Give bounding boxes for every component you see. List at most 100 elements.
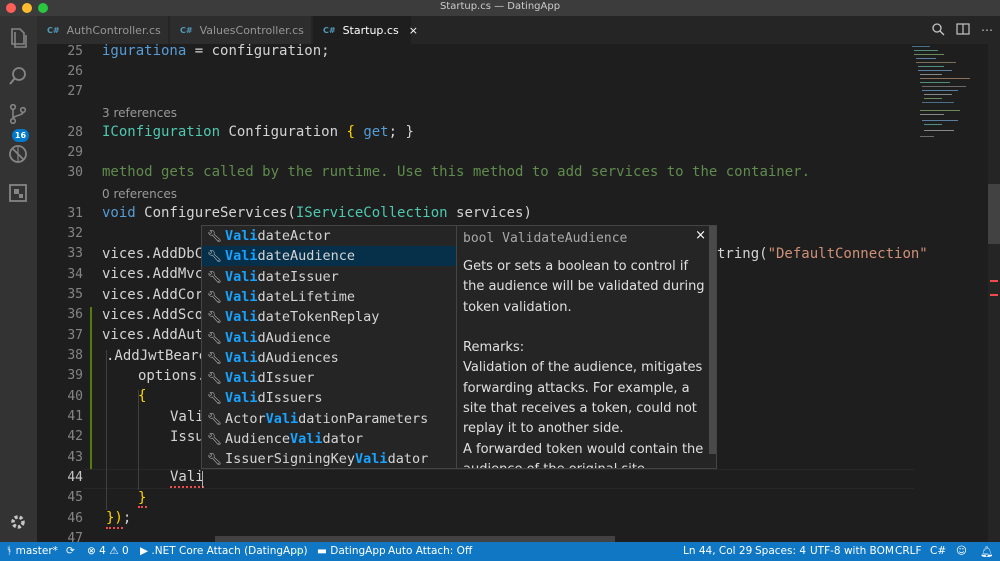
csharp-file-icon: C# <box>47 25 60 35</box>
line-number: 34 <box>67 267 83 282</box>
tab-valuescontroller[interactable]: C# ValuesController.cs <box>170 16 312 44</box>
code-line-current: Vali <box>170 469 204 485</box>
code-brace: { <box>138 388 147 404</box>
codelens-references[interactable]: 0 references <box>102 187 177 201</box>
window-title: Startup.cs — DatingApp <box>439 1 561 12</box>
suggestion-item[interactable]: 🔧︎ ValidateAudience <box>202 246 456 267</box>
warning-count: 0 <box>121 545 129 557</box>
suggestion-item[interactable]: 🔧︎ IssuerSigningKeyValidator <box>202 449 456 469</box>
debug-icon[interactable] <box>6 142 30 166</box>
eol-status[interactable]: CRLF <box>895 545 922 557</box>
status-bar: ᚬ master* ⟳ ⊗ 4 ⚠ 0 ▶ .NET Core Attach (… <box>0 542 1000 561</box>
property-wrench-icon: 🔧︎ <box>207 371 223 386</box>
auto-attach-status[interactable]: Auto Attach: Off <box>388 545 472 557</box>
line-number: 46 <box>67 511 83 526</box>
activity-bar: 16 <box>0 16 37 542</box>
suggestion-item[interactable]: 🔧︎ AudienceValidator <box>202 429 456 449</box>
error-squiggle <box>106 527 123 529</box>
suggestion-label: ValidateIssuer <box>225 268 339 285</box>
problems-status[interactable]: ⊗ 4 ⚠ 0 <box>87 545 129 557</box>
encoding-status[interactable]: UTF-8 with BOM <box>810 545 894 557</box>
search-icon[interactable] <box>6 64 30 88</box>
split-editor-icon[interactable] <box>955 22 971 38</box>
code-line: IConfiguration Configuration { get; } <box>102 124 414 140</box>
tab-authcontroller[interactable]: C# AuthController.cs <box>37 16 169 44</box>
line-number: 41 <box>67 409 83 424</box>
source-control-icon[interactable] <box>6 102 30 126</box>
code-line: Vali <box>170 409 204 425</box>
indent-guide <box>138 390 139 490</box>
details-summary: Gets or sets a boolean to control if the… <box>463 259 705 315</box>
suggestion-item[interactable]: 🔧︎ ValidAudiences <box>202 348 456 368</box>
line-number: 42 <box>67 429 83 444</box>
suggestion-label: ValidAudiences <box>225 349 339 366</box>
git-modified-gutter-bar <box>90 307 92 469</box>
suggestion-item[interactable]: 🔧︎ ValidIssuer <box>202 368 456 388</box>
title-bar: Startup.cs — DatingApp <box>0 0 1000 16</box>
suggestion-item[interactable]: 🔧︎ ValidateTokenReplay <box>202 307 456 327</box>
minimap[interactable] <box>912 44 988 144</box>
notifications-bell-icon[interactable]: 🔔︎ <box>980 545 993 558</box>
codelens-references[interactable]: 3 references <box>102 106 177 120</box>
suggestion-label: ValidIssuers <box>225 390 323 407</box>
sync-icon[interactable]: ⟳ <box>66 545 75 557</box>
indentation-status[interactable]: Spaces: 4 <box>755 545 806 557</box>
cursor-position[interactable]: Ln 44, Col 29 <box>683 545 752 557</box>
details-close-icon[interactable]: × <box>695 228 706 243</box>
vertical-scrollbar[interactable] <box>988 44 1000 542</box>
suggest-widget[interactable]: 🔧︎ ValidateActor 🔧︎ ValidateAudience 🔧︎ Valid… <box>201 225 457 469</box>
branch-status[interactable]: ᚬ master* <box>6 545 58 557</box>
line-number: 45 <box>67 490 83 505</box>
scrollbar-thumb[interactable] <box>988 184 1000 244</box>
suggestion-item[interactable]: 🔧︎ ValidAudience <box>202 328 456 348</box>
details-remarks-body: A forwarded token would contain the audi… <box>463 441 704 468</box>
suggestion-item[interactable]: 🔧︎ ValidateLifetime <box>202 287 456 307</box>
code-line: Issu <box>170 429 204 445</box>
line-number: 26 <box>67 64 83 79</box>
details-signature: bool ValidateAudience <box>463 231 628 246</box>
open-changes-icon[interactable] <box>930 22 946 38</box>
language-mode[interactable]: C# <box>930 545 946 557</box>
tab-label: ValuesController.cs <box>199 23 304 37</box>
explorer-icon[interactable] <box>6 26 30 50</box>
code-brace: } <box>138 490 147 506</box>
code-line: igurationа = configuration; <box>102 44 330 59</box>
settings-gear-icon[interactable] <box>6 510 30 534</box>
code-token: void <box>102 205 136 221</box>
error-count: 4 <box>99 545 106 557</box>
feedback-smiley-icon[interactable]: ☺ <box>956 545 967 557</box>
error-squiggle <box>138 506 147 508</box>
debug-config-status[interactable]: ▶ .NET Core Attach (DatingApp) <box>140 545 308 557</box>
tab-close-icon[interactable]: × <box>409 24 418 37</box>
line-number: 47 <box>67 531 83 542</box>
suggestion-label: IssuerSigningKeyValidator <box>225 451 429 468</box>
suggestion-item[interactable]: 🔧︎ ValidIssuers <box>202 388 456 408</box>
details-scrollbar[interactable] <box>709 226 716 454</box>
suggestion-label: ValidateActor <box>225 228 331 244</box>
code-token: Configuration <box>220 124 347 140</box>
suggestion-label: AudienceValidator <box>225 431 364 447</box>
property-wrench-icon: 🔧︎ <box>207 269 223 284</box>
code-comment: method gets called by the runtime. Use t… <box>102 164 811 180</box>
more-actions-icon[interactable]: ⋯ <box>979 22 995 38</box>
property-wrench-icon: 🔧︎ <box>207 289 223 304</box>
debug-config-label: .NET Core Attach (DatingApp) <box>151 545 308 557</box>
extensions-icon[interactable] <box>6 181 30 205</box>
suggestion-item[interactable]: 🔧︎ ActorValidationParameters <box>202 409 456 429</box>
code-line: vices.AddScop <box>102 307 212 323</box>
suggestion-item[interactable]: 🔧︎ ValidateActor <box>202 226 456 246</box>
line-number: 44 <box>67 470 83 485</box>
line-number: 35 <box>67 287 83 302</box>
code-line: options. <box>138 368 206 384</box>
project-status[interactable]: ▬ DatingApp <box>317 545 386 557</box>
property-wrench-icon: 🔧︎ <box>207 452 223 467</box>
code-token: IConfiguration <box>102 124 221 140</box>
omnisharp-flame-icon[interactable]: ♨ <box>295 545 304 557</box>
tab-startup[interactable]: C# Startup.cs × <box>313 16 418 44</box>
code-line: vices.AddCors <box>102 287 212 303</box>
error-squiggle <box>170 486 204 488</box>
suggestion-label: ValidateTokenReplay <box>225 309 380 326</box>
code-token: = configuration; <box>186 44 330 59</box>
suggestion-item[interactable]: 🔧︎ ValidateIssuer <box>202 267 456 287</box>
code-token: get <box>363 124 389 140</box>
